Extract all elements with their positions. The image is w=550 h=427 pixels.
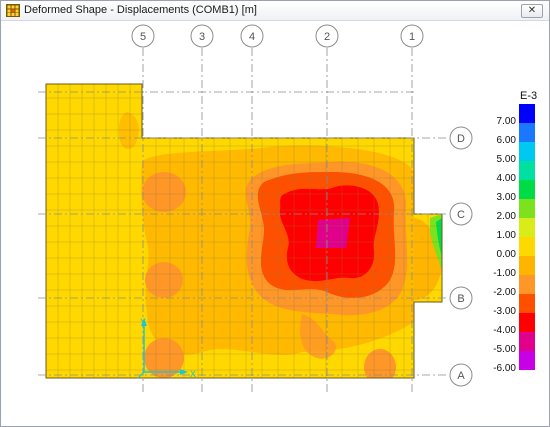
legend-row: -1.00	[486, 256, 546, 279]
app-grid-icon	[6, 4, 20, 17]
legend-swatch	[519, 104, 535, 123]
grid-label-D: D	[457, 133, 465, 145]
legend-swatch	[519, 180, 535, 199]
legend-row: -3.00	[486, 294, 546, 317]
grid-label-4: 4	[249, 31, 255, 43]
legend-row: -5.00	[486, 332, 546, 355]
legend-swatch	[519, 218, 535, 237]
title-bar: Deformed Shape - Displacements (COMB1) […	[1, 1, 549, 21]
grid-label-3: 3	[199, 31, 205, 43]
grid-label-B: B	[457, 293, 464, 305]
grid-label-A: A	[457, 370, 465, 382]
legend-row: -6.00	[486, 351, 546, 374]
contour-plot: 5 3 4 2 1 D C B A Y X	[38, 24, 473, 392]
grid-label-2: 2	[324, 31, 330, 43]
close-button[interactable]: ✕	[521, 4, 543, 18]
legend-swatch	[519, 275, 535, 294]
grid-bubble-1[interactable]: 1	[400, 24, 424, 48]
grid-bubble-D[interactable]: D	[449, 126, 473, 150]
displacement-contour	[46, 84, 442, 378]
grid-bubble-3[interactable]: 3	[190, 24, 214, 48]
legend-row: 7.00	[486, 104, 546, 127]
legend-swatch	[519, 313, 535, 332]
legend-row: 6.00	[486, 123, 546, 146]
legend-swatch	[519, 237, 535, 256]
legend-swatch	[519, 142, 535, 161]
legend-swatch	[519, 161, 535, 180]
x-axis-label: X	[190, 369, 196, 379]
grid-bubble-2[interactable]: 2	[315, 24, 339, 48]
grid-label-5: 5	[140, 31, 146, 43]
legend-title: E-3	[520, 90, 538, 102]
legend-swatch	[519, 256, 535, 275]
legend-swatch	[519, 351, 535, 370]
window-title: Deformed Shape - Displacements (COMB1) […	[24, 4, 257, 16]
model-viewport[interactable]: 5 3 4 2 1 D C B A Y X E-3 7.00 6.00 5.00…	[2, 22, 550, 427]
legend-row: 1.00	[486, 218, 546, 241]
legend-row: 0.00	[486, 237, 546, 260]
grid-label-C: C	[457, 209, 465, 221]
legend-row: 3.00	[486, 180, 546, 203]
color-legend: E-3 7.00 6.00 5.00 4.00 3.00 2.00 1.00 0.00 -1.0…	[486, 70, 546, 390]
legend-swatch	[519, 199, 535, 218]
legend-row: -2.00	[486, 275, 546, 298]
legend-label: -6.00	[493, 363, 516, 374]
legend-swatch	[519, 294, 535, 313]
legend-row: 4.00	[486, 161, 546, 184]
grid-bubble-C[interactable]: C	[449, 202, 473, 226]
legend-swatch	[519, 123, 535, 142]
legend-row: -4.00	[486, 313, 546, 336]
grid-bubble-4[interactable]: 4	[240, 24, 264, 48]
grid-bubble-B[interactable]: B	[449, 286, 473, 310]
y-axis-label: Y	[140, 317, 146, 327]
grid-bubble-5[interactable]: 5	[131, 24, 155, 48]
grid-label-1: 1	[409, 31, 415, 43]
deformed-shape-window: Deformed Shape - Displacements (COMB1) […	[0, 0, 550, 427]
legend-swatch	[519, 332, 535, 351]
grid-bubble-A[interactable]: A	[449, 363, 473, 387]
legend-row: 2.00	[486, 199, 546, 222]
legend-row: 5.00	[486, 142, 546, 165]
